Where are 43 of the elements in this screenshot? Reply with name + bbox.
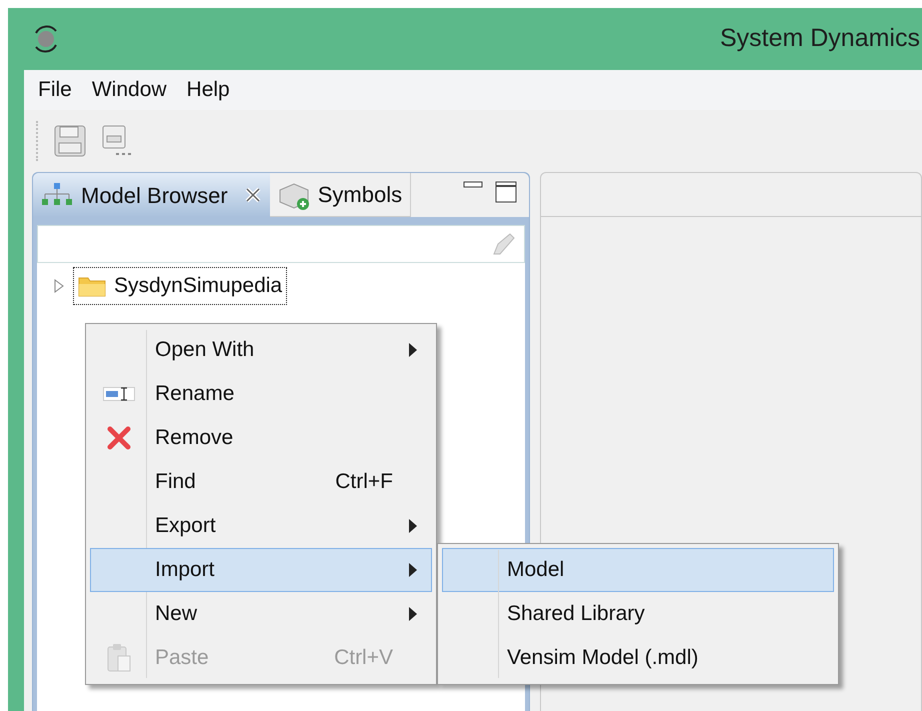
collapsed-arrow-icon[interactable]: [53, 278, 65, 294]
context-menu-item[interactable]: Rename: [90, 372, 432, 416]
submenu-item[interactable]: Model: [442, 548, 834, 592]
tree-item[interactable]: SysdynSimupedia: [73, 267, 288, 304]
rename-icon: [103, 386, 135, 402]
menu-item-label: Remove: [155, 425, 234, 452]
minimize-icon[interactable]: [463, 181, 483, 189]
context-menu-item[interactable]: Find Ctrl+F: [90, 460, 432, 504]
tree-item-label: SysdynSimupedia: [114, 273, 282, 299]
menu-item-label: New: [155, 601, 198, 628]
menu-item[interactable]: Help: [178, 74, 238, 106]
menu-item-label: Import: [155, 557, 216, 584]
close-icon[interactable]: [244, 186, 262, 204]
menu-item-label: Open With: [155, 337, 256, 364]
filter-field[interactable]: [37, 225, 525, 263]
tab-label: Symbols: [318, 181, 402, 209]
context-menu-item[interactable]: New: [90, 592, 432, 636]
window-title: System Dynamics: [720, 23, 920, 54]
submenu-item[interactable]: Shared Library: [442, 592, 834, 636]
clipboard-icon: [106, 643, 132, 673]
eraser-icon[interactable]: [492, 232, 516, 256]
menu-item[interactable]: File: [30, 74, 80, 106]
save-all-icon[interactable]: [102, 125, 132, 157]
shortcut-label: Ctrl+F: [335, 469, 393, 496]
menu-item[interactable]: Window: [84, 74, 175, 106]
menu-item-label: Paste: [155, 645, 210, 672]
tree-icon: [41, 183, 73, 207]
folder-icon: [78, 274, 106, 297]
context-menu-item[interactable]: Open With: [90, 328, 432, 372]
save-icon[interactable]: [54, 125, 86, 157]
maximize-icon[interactable]: [495, 181, 517, 203]
menu-item-label: Find: [155, 469, 197, 496]
context-menu-item[interactable]: Import: [90, 548, 432, 592]
remove-icon: [106, 425, 132, 451]
panel-tab[interactable]: Model Browser: [33, 173, 270, 217]
context-menu-item[interactable]: Export: [90, 504, 432, 548]
menu-item-label: Export: [155, 513, 217, 540]
tab-label: Model Browser: [81, 182, 228, 210]
shortcut-label: Ctrl+V: [334, 645, 393, 672]
context-menu-item[interactable]: Remove: [90, 416, 432, 460]
panel-tab[interactable]: Symbols: [270, 173, 412, 217]
menu-item-label: Rename: [155, 381, 236, 408]
submenu-item[interactable]: Vensim Model (.mdl): [442, 636, 834, 680]
